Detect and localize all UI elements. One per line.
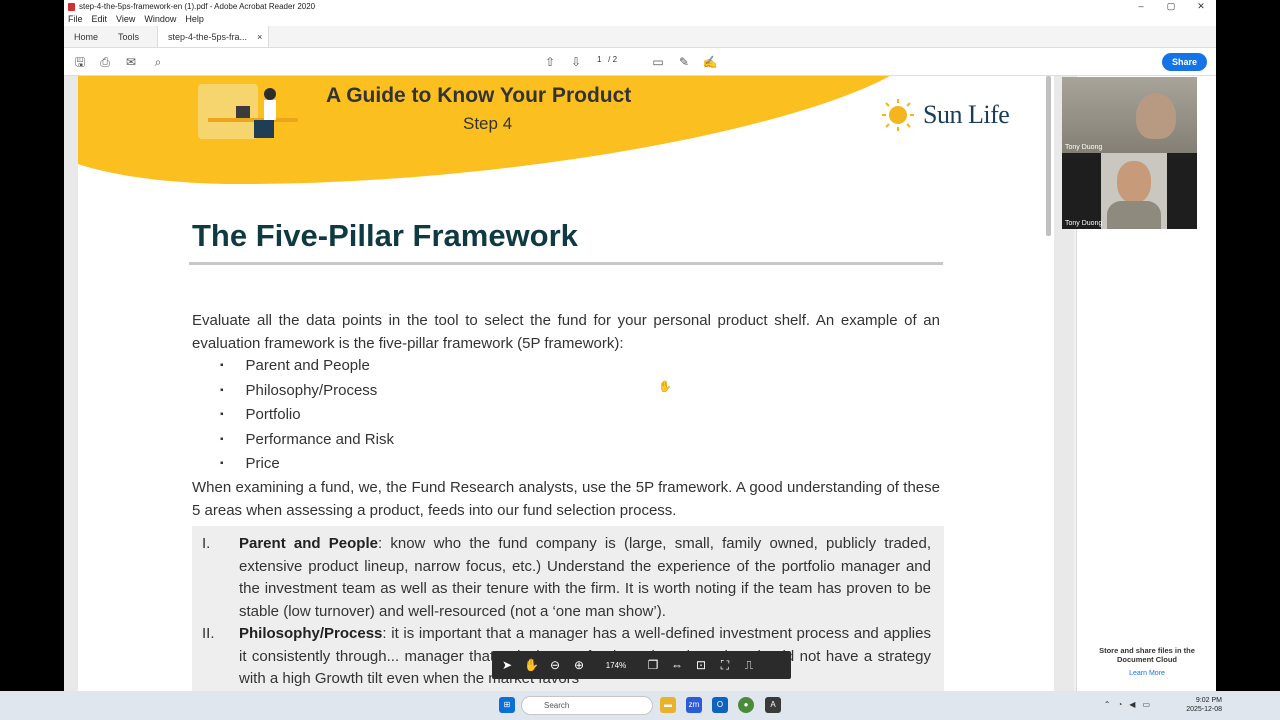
sun-life-logo-icon: [882, 99, 914, 131]
video-tile: Tony Duong: [1062, 153, 1197, 229]
zoom-app-icon[interactable]: zm: [686, 697, 702, 713]
acrobat-window: step-4-the-5ps-framework-en (1).pdf - Ad…: [64, 0, 1216, 691]
list-item: Parent and People: [220, 355, 394, 380]
read-mode-icon[interactable]: ⎍: [742, 658, 756, 673]
heading-divider: [189, 262, 943, 265]
pillar-number: I.: [202, 535, 211, 552]
menu-window[interactable]: Window: [144, 13, 176, 26]
minimize-button[interactable]: –: [1126, 0, 1156, 13]
pillar-number: II.: [202, 625, 215, 642]
list-item: Philosophy/Process: [220, 380, 394, 405]
highlight-pen-icon[interactable]: ✎: [676, 54, 692, 70]
participant-video: [1136, 93, 1176, 139]
comment-icon[interactable]: ▭: [650, 54, 666, 70]
fit-width-icon[interactable]: ⇔: [670, 658, 684, 672]
menu-file[interactable]: File: [68, 13, 83, 26]
tab-document[interactable]: step-4-the-5ps-fra... ×: [157, 26, 270, 47]
pillar-list: Parent and People Philosophy/Process Por…: [220, 355, 394, 478]
document-scrollbar[interactable]: [1046, 76, 1051, 236]
zoom-level[interactable]: 174%: [596, 661, 636, 670]
floating-toolbar: ➤ ✋ ⊖ ⊕ 174% ❐ ⇔ ⊡ ⛶ ⎍: [492, 651, 791, 679]
print-icon[interactable]: ⎙: [97, 54, 113, 70]
tab-bar: Home Tools step-4-the-5ps-fra... ×: [64, 26, 1216, 48]
windows-start-icon[interactable]: ⊞: [499, 697, 515, 713]
find-icon[interactable]: ⌕: [150, 54, 166, 70]
pillar-title: Philosophy/Process: [239, 625, 383, 642]
menu-help[interactable]: Help: [185, 13, 204, 26]
participant-name: Tony Duong: [1065, 220, 1103, 227]
list-item: Price: [220, 453, 394, 478]
video-tile: Tony Duong: [1062, 77, 1197, 153]
wifi-icon[interactable]: ◔: [1117, 700, 1122, 709]
participant-name: Tony Duong: [1065, 144, 1103, 151]
toolbar: 🖫 ⎙ ✉ ⌕ ⇧ ⇩ 1 / 2 ▭ ✎ ✍ Share: [64, 48, 1216, 76]
hand-cursor-icon: ✋: [658, 381, 672, 393]
banner-title: A Guide to Know Your Product: [326, 84, 632, 107]
pdf-page: A Guide to Know Your Product Step 4 Sun …: [78, 76, 1054, 691]
tab-document-label: step-4-the-5ps-fra...: [168, 32, 248, 42]
page-separator: /: [608, 55, 611, 64]
list-item: Portfolio: [220, 404, 394, 429]
menu-view[interactable]: View: [116, 13, 135, 26]
share-button[interactable]: Share: [1161, 53, 1207, 71]
select-tool-icon[interactable]: ➤: [500, 658, 514, 672]
chrome-icon[interactable]: ●: [738, 697, 754, 713]
previous-page-icon[interactable]: ⇧: [542, 54, 558, 70]
participant-video: [1101, 153, 1167, 229]
save-icon[interactable]: 🖫: [72, 54, 88, 70]
pillar-title: Parent and People: [239, 535, 378, 552]
acrobat-taskbar-icon[interactable]: A: [765, 697, 781, 713]
battery-icon[interactable]: ▭: [1142, 700, 1150, 709]
menu-edit[interactable]: Edit: [92, 13, 108, 26]
speaker-icon[interactable]: ◀: [1129, 700, 1135, 709]
page-current[interactable]: 1: [597, 55, 601, 64]
page-view-icon[interactable]: ❐: [646, 658, 660, 672]
tray-overflow-icon[interactable]: ⌃: [1104, 700, 1111, 709]
fullscreen-icon[interactable]: ⛶: [718, 658, 732, 673]
email-icon[interactable]: ✉: [123, 54, 139, 70]
brand-name: Sun Life: [923, 100, 1010, 129]
close-window-button[interactable]: ✕: [1186, 0, 1216, 13]
taskbar-search[interactable]: Search: [521, 696, 653, 715]
list-item: Performance and Risk: [220, 429, 394, 454]
page-total: 2: [612, 55, 618, 64]
tab-tools[interactable]: Tools: [108, 26, 149, 47]
maximize-button[interactable]: ▢: [1156, 0, 1186, 13]
second-paragraph: When examining a fund, we, the Fund Rese…: [192, 479, 940, 519]
zoom-out-icon[interactable]: ⊖: [548, 658, 562, 672]
taskbar-clock[interactable]: 9:02 PM 2025-12-08: [1186, 696, 1222, 714]
document-viewer[interactable]: A Guide to Know Your Product Step 4 Sun …: [64, 76, 1074, 691]
window-title: step-4-the-5ps-framework-en (1).pdf - Ad…: [79, 2, 316, 11]
menu-bar: File Edit View Window Help: [64, 13, 1216, 26]
fit-page-icon[interactable]: ⊡: [694, 658, 708, 672]
sign-icon[interactable]: ✍: [702, 54, 718, 70]
banner-subtitle: Step 4: [463, 114, 513, 133]
intro-paragraph: Evaluate all the data points in the tool…: [192, 312, 940, 352]
windows-taskbar: ⊞ Search ▬ zm O ● A ⌃ ◔ ◀ ▭ 9:02 PM 2025…: [0, 691, 1280, 720]
tab-home[interactable]: Home: [64, 26, 108, 47]
tab-close-icon[interactable]: ×: [257, 26, 262, 47]
clock-date: 2025-12-08: [1186, 706, 1222, 713]
learn-more-link[interactable]: Learn More: [1087, 670, 1207, 677]
system-tray: ⌃ ◔ ◀ ▭: [1104, 700, 1150, 709]
hand-tool-icon[interactable]: ✋: [524, 658, 539, 672]
acrobat-app-icon: [68, 2, 75, 11]
outlook-icon[interactable]: O: [712, 697, 728, 713]
title-bar: step-4-the-5ps-framework-en (1).pdf - Ad…: [64, 0, 1216, 13]
next-page-icon[interactable]: ⇩: [568, 54, 584, 70]
page-heading: The Five-Pillar Framework: [192, 218, 578, 253]
zoom-in-icon[interactable]: ⊕: [572, 658, 586, 672]
document-cloud-promo: Store and share files in the Document Cl…: [1099, 646, 1195, 664]
clock-time: 9:02 PM: [1195, 697, 1222, 704]
page-indicator[interactable]: 1 / 2: [597, 55, 617, 64]
file-explorer-icon[interactable]: ▬: [660, 697, 676, 713]
pillar-item: I. Parent and People: know who the fund …: [192, 533, 944, 623]
